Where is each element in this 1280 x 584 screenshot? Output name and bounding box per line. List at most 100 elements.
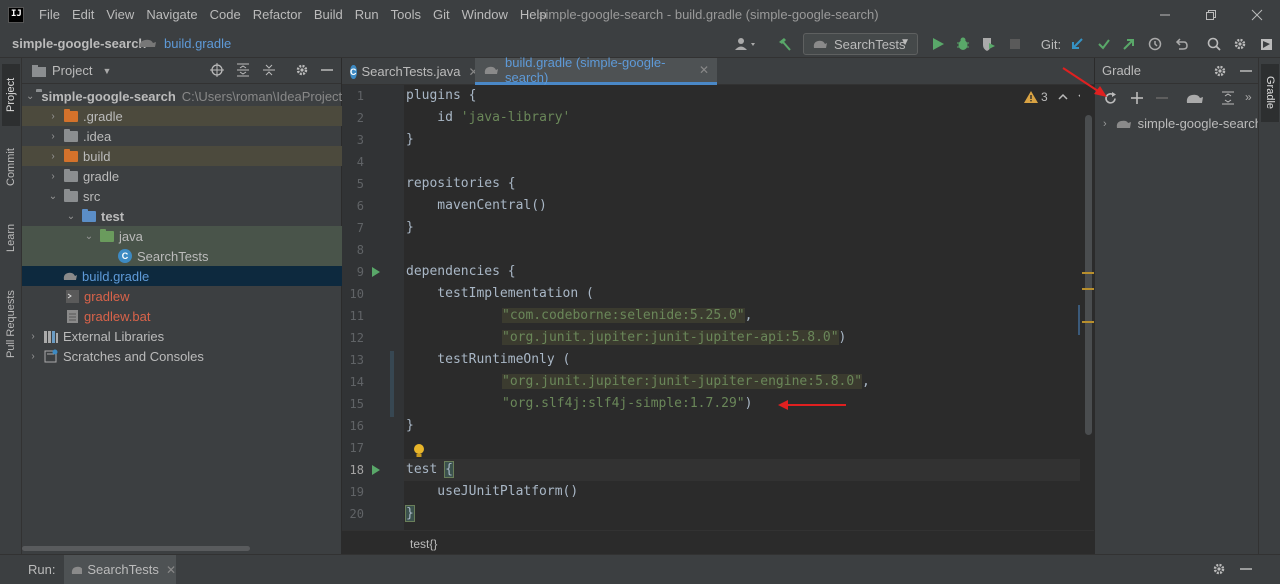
chevron-down-icon[interactable]: ⌄ [64, 211, 78, 222]
lightbulb-icon[interactable] [412, 443, 426, 459]
chevron-right-icon[interactable]: › [26, 331, 40, 342]
tree-item-idea[interactable]: › .idea [22, 126, 342, 146]
add-gradle-project-button[interactable] [1130, 91, 1144, 105]
run-tab-searchtests[interactable]: SearchTests ✕ [64, 555, 176, 584]
gear-icon[interactable] [295, 63, 309, 77]
tree-item-gradle[interactable]: › gradle [22, 166, 342, 186]
run-configuration-select[interactable]: SearchTests ▼ [803, 33, 918, 55]
gear-icon[interactable] [1213, 64, 1227, 78]
menu-run[interactable]: Run [349, 0, 385, 30]
debug-button[interactable] [953, 34, 973, 54]
learn-tool-tab[interactable]: Learn [2, 210, 20, 266]
tree-item-scratches[interactable]: › Scratches and Consoles [22, 346, 342, 366]
chevron-down-icon[interactable]: ⌄ [46, 191, 60, 202]
line-number: 10 [349, 287, 364, 301]
collapse-all-icon[interactable] [262, 63, 276, 77]
tree-item-dot-gradle[interactable]: › .gradle [22, 106, 342, 126]
restore-button[interactable] [1188, 0, 1234, 30]
minimize-button[interactable] [1142, 0, 1188, 30]
menu-navigate[interactable]: Navigate [140, 0, 203, 30]
chevron-down-icon[interactable]: ⌄ [82, 231, 96, 242]
tree-item-src[interactable]: ⌄ src [22, 186, 342, 206]
build-button[interactable] [774, 34, 794, 54]
chevron-down-icon[interactable]: ▼ [102, 66, 111, 76]
menu-edit[interactable]: Edit [66, 0, 100, 30]
editor-scroll-thumb[interactable] [1085, 115, 1092, 435]
breadcrumb-project[interactable]: simple-google-search [12, 36, 146, 51]
hide-panel-icon[interactable] [320, 63, 334, 77]
chevron-right-icon[interactable]: › [1103, 118, 1107, 130]
commit-tool-tab[interactable]: Commit [2, 136, 20, 198]
project-tool-tab[interactable]: Project [2, 64, 20, 126]
menu-code[interactable]: Code [204, 0, 247, 30]
user-button[interactable] [731, 34, 761, 54]
chevron-down-icon[interactable]: ⌄ [26, 91, 34, 102]
close-icon[interactable]: ✕ [166, 563, 176, 577]
line-number: 5 [356, 177, 364, 191]
editor-breadcrumb[interactable]: test{} [410, 537, 437, 551]
pull-requests-tool-tab[interactable]: Pull Requests [2, 278, 20, 370]
expand-all-button[interactable] [1221, 91, 1235, 105]
jetbrains-logo-button[interactable] [1256, 34, 1276, 54]
remove-gradle-project-button[interactable] [1155, 91, 1169, 105]
gradle-panel-header: Gradle [1095, 58, 1258, 84]
execute-gradle-task-button[interactable] [1185, 91, 1205, 105]
chevron-right-icon[interactable]: › [26, 351, 40, 362]
close-window-button[interactable] [1234, 0, 1280, 30]
menu-tools[interactable]: Tools [385, 0, 427, 30]
tree-item-searchtests[interactable]: C SearchTests [22, 246, 342, 266]
chevron-right-icon[interactable]: › [46, 131, 60, 142]
vcs-change-marker[interactable] [390, 351, 394, 417]
warning-marker[interactable] [1082, 272, 1094, 274]
expand-all-icon[interactable] [236, 63, 250, 77]
hide-panel-icon[interactable] [1239, 64, 1253, 78]
tree-root-item[interactable]: ⌄ simple-google-search C:\Users\roman\Id… [22, 86, 349, 106]
menu-window[interactable]: Window [456, 0, 514, 30]
editor-scrollbar[interactable] [1078, 85, 1094, 530]
stop-button[interactable] [1005, 34, 1025, 54]
git-update-button[interactable] [1067, 34, 1087, 54]
project-horizontal-scrollbar[interactable] [22, 546, 250, 551]
run-button[interactable] [928, 34, 948, 54]
tab-searchtests-java[interactable]: C SearchTests.java ✕ [342, 58, 479, 85]
code-line: testImplementation ( [406, 286, 594, 301]
git-commit-button[interactable] [1094, 34, 1114, 54]
tree-item-build[interactable]: › build [22, 146, 342, 166]
menu-file[interactable]: File [33, 0, 66, 30]
locate-icon[interactable] [210, 63, 224, 77]
chevron-right-icon[interactable]: › [46, 111, 60, 122]
tree-item-java[interactable]: ⌄ java [22, 226, 342, 246]
run-test-icon[interactable] [372, 465, 380, 475]
coverage-button[interactable] [978, 34, 998, 54]
more-actions-icon[interactable]: » [1245, 90, 1252, 104]
settings-button[interactable] [1230, 34, 1250, 54]
tree-item-gradlew[interactable]: gradlew [22, 286, 342, 306]
gear-icon[interactable] [1212, 562, 1226, 576]
run-dependencies-icon[interactable] [372, 267, 380, 277]
code-editor[interactable]: 1 2 3 4 5 6 7 8 9 10 11 12 13 14 15 16 1… [342, 85, 1094, 530]
menu-view[interactable]: View [100, 0, 140, 30]
git-push-button[interactable] [1119, 34, 1139, 54]
tree-item-test[interactable]: ⌄ test [22, 206, 342, 226]
tree-item-external-libraries[interactable]: › External Libraries [22, 326, 342, 346]
tree-item-gradlew-bat[interactable]: gradlew.bat [22, 306, 342, 326]
hide-panel-icon[interactable] [1239, 562, 1253, 576]
git-history-button[interactable] [1145, 34, 1165, 54]
tree-item-build-gradle[interactable]: build.gradle [22, 266, 342, 286]
search-everywhere-button[interactable] [1204, 34, 1224, 54]
menu-build[interactable]: Build [308, 0, 349, 30]
warning-marker[interactable] [1082, 288, 1094, 290]
git-rollback-button[interactable] [1171, 34, 1191, 54]
menu-git[interactable]: Git [427, 0, 456, 30]
line-number: 14 [349, 375, 364, 389]
warning-marker[interactable] [1082, 321, 1094, 323]
close-icon[interactable]: ✕ [699, 63, 709, 77]
gradle-tool-tab[interactable]: Gradle [1261, 64, 1279, 122]
menu-refactor[interactable]: Refactor [247, 0, 308, 30]
gradle-tree-root[interactable]: › simple-google-search [1103, 116, 1262, 131]
chevron-right-icon[interactable]: › [46, 171, 60, 182]
chevron-right-icon[interactable]: › [46, 151, 60, 162]
breadcrumb-file[interactable]: build.gradle [164, 36, 231, 51]
tab-build-gradle[interactable]: build.gradle (simple-google-search) ✕ [475, 55, 717, 85]
intellij-logo-icon: IJ [8, 7, 24, 23]
